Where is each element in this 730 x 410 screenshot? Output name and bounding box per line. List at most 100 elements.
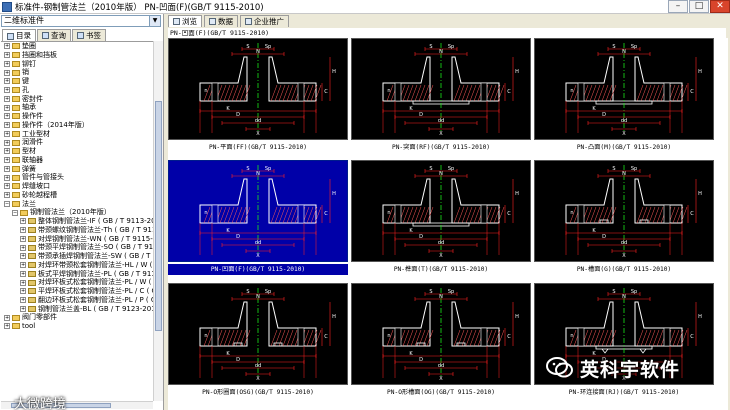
tree-node[interactable]: + tool	[1, 322, 153, 331]
expand-icon[interactable]: +	[20, 227, 26, 234]
tree-node[interactable]: + 润滑件	[1, 138, 153, 147]
expand-icon[interactable]: +	[4, 104, 10, 111]
tree-node[interactable]: + 翻边环板式松套钢制管法兰-PL / P ( GB /	[1, 296, 153, 305]
expand-icon[interactable]: +	[20, 235, 26, 242]
tree-node[interactable]: + 操作件	[1, 112, 153, 121]
flange-thumbnail[interactable]: S Sp N C H K Ddd Xn PN-凸面(M)(GB/T 9115-2010)	[534, 38, 714, 155]
tree-node[interactable]: + 操作件（2014年版）	[1, 121, 153, 130]
flange-thumbnail[interactable]: S Sp N C H K Ddd Xn PN-O形圈面(OSG)(GB/T 9115-2010)	[168, 283, 348, 400]
tree-node[interactable]: + 板式平焊钢制管法兰-PL ( GB / T 9119-20	[1, 270, 153, 279]
tab-bookmark[interactable]: 书签	[72, 29, 106, 41]
catalog-tree[interactable]: + 垫圈 + 挡圈和挡板 + 铆钉 + 销 + 键 + 孔 + 密封件 + 轴承 + 操作件 + 操作件（2014年版…	[1, 41, 153, 401]
thumbnail-caption[interactable]: PN-凹面(F)(GB/T 9115-2010)	[168, 264, 348, 275]
expand-icon[interactable]: +	[4, 323, 10, 330]
tab-query[interactable]: 查询	[37, 29, 71, 41]
cad-drawing-preview[interactable]: S Sp N C H K Ddd Xn	[351, 38, 531, 140]
minimize-button[interactable]: –	[668, 0, 688, 13]
expand-icon[interactable]: +	[4, 113, 10, 120]
expand-icon[interactable]: +	[20, 279, 26, 286]
tree-node[interactable]: + 阀门零部件	[1, 313, 153, 322]
expand-icon[interactable]: +	[20, 244, 26, 251]
expand-icon[interactable]: +	[4, 130, 10, 137]
tree-node[interactable]: + 对焊环板式松套钢制管法兰-PL / W ( GB	[1, 278, 153, 287]
thumbnail-caption[interactable]: PN-槽面(G)(GB/T 9115-2010)	[534, 264, 714, 275]
cad-drawing-preview[interactable]: S Sp N C H K Ddd Xn	[168, 38, 348, 140]
tree-node[interactable]: + 铆钉	[1, 60, 153, 69]
tab-browse[interactable]: 浏览	[168, 15, 202, 27]
chevron-down-icon[interactable]: ▼	[149, 16, 160, 26]
category-dropdown[interactable]: 二维标准件 ▼	[1, 15, 161, 27]
thumbnail-caption[interactable]: PN-O形圈面(OSG)(GB/T 9115-2010)	[168, 387, 348, 398]
tree-vertical-scrollbar[interactable]	[153, 41, 163, 401]
tree-node[interactable]: + 整体钢制管法兰-IF ( GB / T 9113-2010 )	[1, 217, 153, 226]
expand-icon[interactable]: +	[4, 122, 10, 129]
expand-icon[interactable]: +	[20, 253, 26, 260]
expand-icon[interactable]: +	[4, 78, 10, 85]
cad-drawing-preview[interactable]: S Sp N C H K Ddd Xn	[168, 160, 348, 262]
expand-icon[interactable]: +	[4, 60, 10, 67]
thumbnail-caption[interactable]: PN-平面(FF)(GB/T 9115-2010)	[168, 142, 348, 153]
flange-thumbnail[interactable]: S Sp N C H K Ddd Xn PN-突面(RF)(GB/T 9115-2010)	[351, 38, 531, 155]
flange-thumbnail[interactable]: S Sp N C H K Ddd Xn PN-O形槽面(OG)(GB/T 9115-2010)	[351, 283, 531, 400]
thumbnail-caption[interactable]: PN-凸面(M)(GB/T 9115-2010)	[534, 142, 714, 153]
title-bar[interactable]: 标准件-钢制管法兰（2010年版） PN-凹面(F)(GB/T 9115-201…	[0, 0, 730, 14]
cad-drawing-preview[interactable]: S Sp N C H K Ddd Xn	[534, 38, 714, 140]
expand-icon[interactable]: +	[4, 165, 10, 172]
thumbnail-caption[interactable]: PN-环连接面(RJ)(GB/T 9115-2010)	[534, 387, 714, 398]
flange-thumbnail[interactable]: S Sp N C H K Ddd Xn PN-平面(FF)(GB/T 9115-2010)	[168, 38, 348, 155]
tree-node[interactable]: + 轴承	[1, 103, 153, 112]
expand-icon[interactable]: +	[4, 183, 10, 190]
tree-node[interactable]: + 砂轮越程槽	[1, 191, 153, 200]
cad-drawing-preview[interactable]: S Sp N C H K Ddd Xn	[168, 283, 348, 385]
tree-node[interactable]: + 密封件	[1, 95, 153, 104]
expand-icon[interactable]: +	[20, 270, 26, 277]
expand-icon[interactable]: +	[4, 139, 10, 146]
expand-icon[interactable]: +	[20, 218, 26, 225]
thumbnail-caption[interactable]: PN-突面(RF)(GB/T 9115-2010)	[351, 142, 531, 153]
collapse-icon[interactable]: −	[4, 200, 10, 207]
tree-node[interactable]: + 对焊钢制管法兰-WN ( GB / T 9115-2010	[1, 235, 153, 244]
expand-icon[interactable]: +	[4, 87, 10, 94]
tree-node[interactable]: + 联轴器	[1, 156, 153, 165]
expand-icon[interactable]: +	[4, 43, 10, 50]
cad-drawing-preview[interactable]: S Sp N C H K Ddd Xn	[534, 160, 714, 262]
collapse-icon[interactable]: −	[12, 209, 18, 216]
tree-node[interactable]: + 管件与管接头	[1, 173, 153, 182]
tab-promotion[interactable]: 企业推广	[240, 15, 289, 27]
cad-drawing-preview[interactable]: S Sp N C H K Ddd Xn	[351, 160, 531, 262]
scrollbar-thumb[interactable]	[155, 101, 162, 331]
tree-node[interactable]: + 垫圈	[1, 42, 153, 51]
expand-icon[interactable]: +	[4, 69, 10, 76]
tree-node[interactable]: − 法兰	[1, 200, 153, 209]
tree-node[interactable]: + 型材	[1, 147, 153, 156]
expand-icon[interactable]: +	[4, 174, 10, 181]
tree-node[interactable]: − 钢制管法兰（2010年版）	[1, 208, 153, 217]
tab-data[interactable]: 数据	[204, 15, 238, 27]
expand-icon[interactable]: +	[20, 305, 26, 312]
tree-node[interactable]: + 弹簧	[1, 165, 153, 174]
maximize-button[interactable]: □	[689, 0, 709, 13]
flange-thumbnail[interactable]: S Sp N C H K Ddd Xn PN-榫面(T)(GB/T 9115-2010)	[351, 160, 531, 277]
tree-node[interactable]: + 带颈平焊钢制管法兰-SO ( GB / T 9116-2	[1, 243, 153, 252]
expand-icon[interactable]: +	[4, 52, 10, 59]
tree-node[interactable]: + 平焊环板式松套钢制管法兰-PL / C ( GB /	[1, 287, 153, 296]
tree-node[interactable]: + 工业型材	[1, 130, 153, 139]
tree-node[interactable]: + 对焊环带颈松套钢制管法兰-HL / W ( GB	[1, 261, 153, 270]
expand-icon[interactable]: +	[4, 148, 10, 155]
tree-node[interactable]: + 挡圈和挡板	[1, 51, 153, 60]
expand-icon[interactable]: +	[20, 297, 26, 304]
thumbnail-caption[interactable]: PN-O形槽面(OG)(GB/T 9115-2010)	[351, 387, 531, 398]
cad-drawing-preview[interactable]: S Sp N C H K Ddd Xn	[351, 283, 531, 385]
flange-thumbnail[interactable]: S Sp N C H K Ddd Xn PN-凹面(F)(GB/T 9115-2010)	[168, 160, 348, 277]
tree-node[interactable]: + 销	[1, 68, 153, 77]
tree-node[interactable]: + 钢制管法兰盖-BL ( GB / T 9123-2010 )	[1, 305, 153, 314]
thumbnail-caption[interactable]: PN-榫面(T)(GB/T 9115-2010)	[351, 264, 531, 275]
expand-icon[interactable]: +	[4, 95, 10, 102]
expand-icon[interactable]: +	[20, 262, 26, 269]
tree-node[interactable]: + 焊缝坡口	[1, 182, 153, 191]
flange-thumbnail[interactable]: S Sp N C H K Ddd Xn PN-槽面(G)(GB/T 9115-2010)	[534, 160, 714, 277]
tree-node[interactable]: + 键	[1, 77, 153, 86]
tree-node[interactable]: + 带颈承插焊钢制管法兰-SW ( GB / T 911	[1, 252, 153, 261]
expand-icon[interactable]: +	[4, 314, 10, 321]
tree-node[interactable]: + 带颈螺纹钢制管法兰-Th ( GB / T 9114-2	[1, 226, 153, 235]
